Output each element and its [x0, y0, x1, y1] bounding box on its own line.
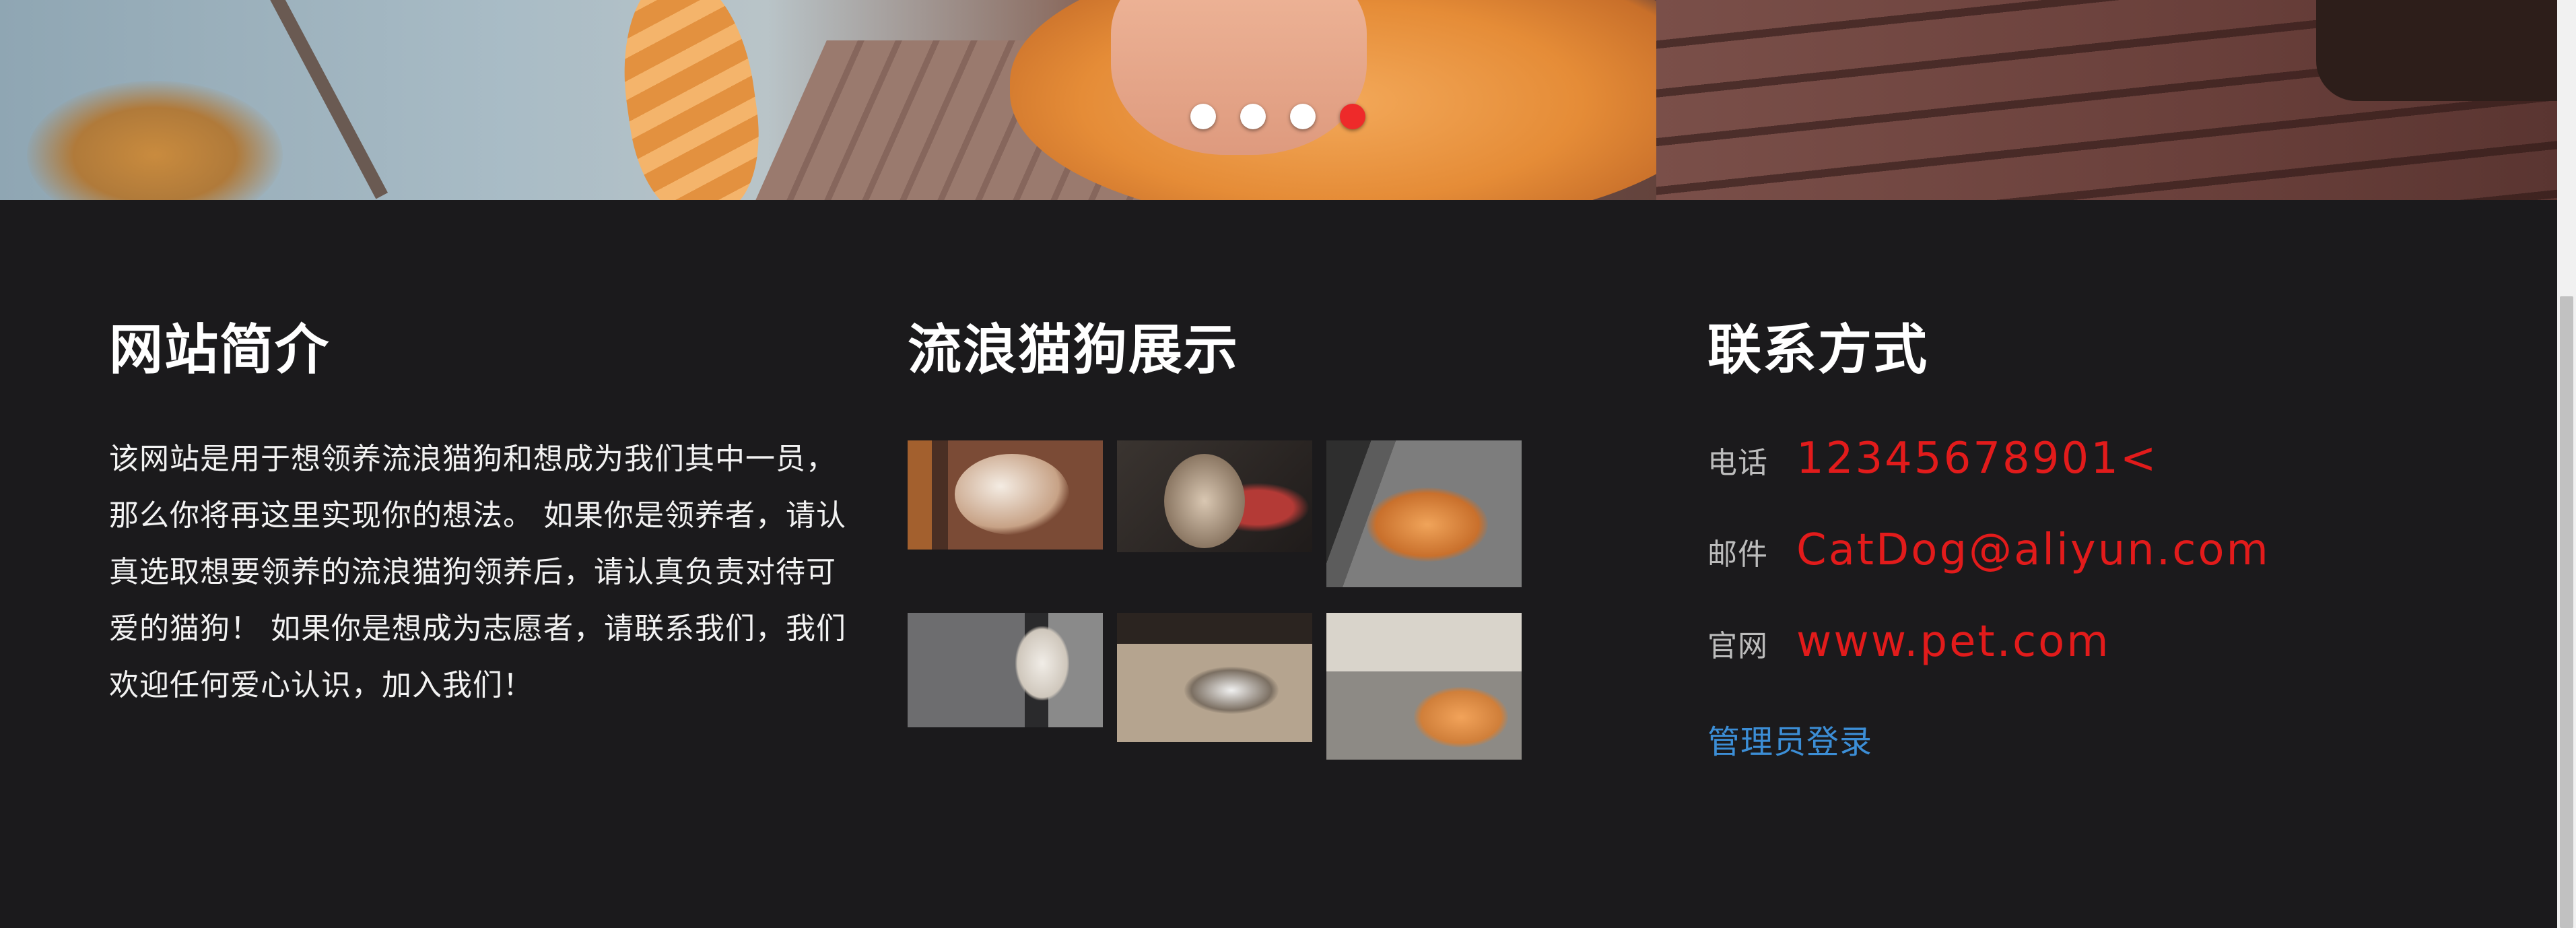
gallery-thumbnail-dog-on-floor[interactable] [908, 440, 1103, 550]
gallery-thumbnail-white-dog-by-door[interactable] [908, 613, 1103, 727]
gallery-item[interactable] [1117, 613, 1312, 764]
admin-login-link[interactable]: 管理员登录 [1707, 715, 1872, 762]
gallery-title: 流浪猫狗展示 [908, 319, 1239, 381]
email-label: 邮件 [1707, 537, 1768, 572]
gallery-item[interactable] [1326, 440, 1522, 591]
footer-intro-section: 网站简介 该网站是用于想领养流浪猫狗和想成为我们其中一员，那么你将再这里实现你的… [109, 317, 850, 714]
website-label: 官网 [1707, 629, 1768, 663]
carousel-dot-1[interactable] [1190, 104, 1216, 129]
scrollbar-thumb[interactable] [2560, 296, 2573, 928]
phone-label: 电话 [1707, 446, 1768, 480]
gallery-item[interactable] [1117, 440, 1312, 591]
carousel-image-shadow [2316, 0, 2557, 101]
hero-carousel[interactable] [0, 0, 2557, 200]
footer-gallery-section: 流浪猫狗展示 [908, 317, 1540, 764]
footer-contact-section: 联系方式 电话 12345678901< 邮件 CatDog@aliyun.co… [1707, 317, 2448, 762]
gallery-thumbnail-cats-feeding[interactable] [1326, 613, 1522, 760]
page-scrollbar[interactable] [2557, 0, 2576, 928]
intro-title: 网站简介 [109, 319, 330, 381]
gallery-grid [908, 440, 1540, 764]
contact-website-row: 官网 www.pet.com [1707, 617, 2448, 667]
gallery-thumbnail-cat-sleeping[interactable] [1117, 613, 1312, 742]
gallery-item[interactable] [908, 440, 1103, 591]
gallery-item[interactable] [908, 613, 1103, 764]
carousel-dot-2[interactable] [1240, 104, 1266, 129]
carousel-image-tree [27, 81, 283, 200]
email-link[interactable]: CatDog@aliyun.com [1796, 525, 2270, 575]
carousel-dot-3[interactable] [1290, 104, 1316, 129]
contact-title: 联系方式 [1707, 319, 1928, 381]
gallery-thumbnail-puppy-with-bowl[interactable] [1117, 440, 1312, 552]
phone-link[interactable]: 12345678901< [1796, 434, 2159, 484]
carousel-indicators [1190, 104, 1365, 129]
carousel-dot-4[interactable] [1340, 104, 1365, 129]
website-link[interactable]: www.pet.com [1796, 617, 2111, 667]
gallery-item[interactable] [1326, 613, 1522, 764]
gallery-thumbnail-cat-on-curb[interactable] [1326, 440, 1522, 587]
contact-phone-row: 电话 12345678901< [1707, 434, 2448, 484]
carousel-image-hand [1111, 0, 1367, 155]
carousel-image-cat-tail [609, 0, 771, 200]
contact-email-row: 邮件 CatDog@aliyun.com [1707, 525, 2448, 575]
intro-text: 该网站是用于想领养流浪猫狗和想成为我们其中一员，那么你将再这里实现你的想法。 如… [109, 442, 846, 702]
